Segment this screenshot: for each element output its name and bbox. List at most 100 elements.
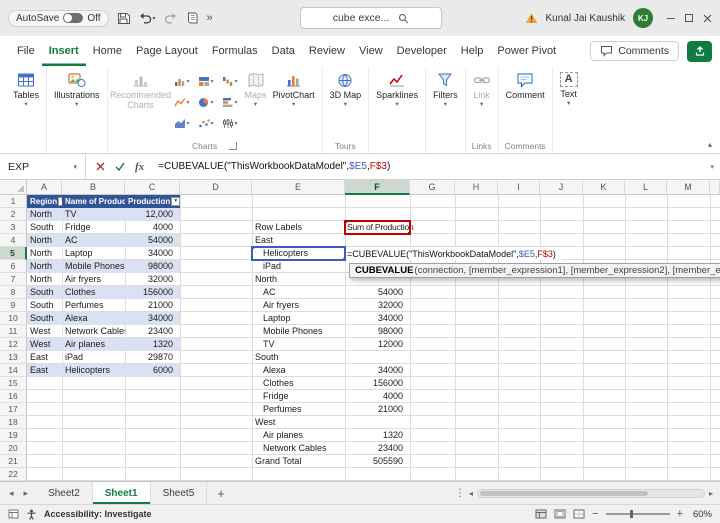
cell-E20[interactable]: Network Cables [252, 442, 345, 455]
scroll-left-icon[interactable]: ◂ [469, 489, 473, 498]
insert-waterfall-chart-button[interactable]: ▾ [218, 71, 242, 92]
page-layout-view-icon[interactable] [554, 509, 566, 519]
sheet-tab-sheet2[interactable]: Sheet2 [36, 482, 93, 504]
cell-E3[interactable]: Row Labels [252, 221, 345, 234]
ribbon-tab-file[interactable]: File [10, 36, 42, 66]
minimize-button[interactable] [667, 18, 675, 19]
dialog-launcher-icon[interactable] [229, 142, 237, 150]
autosave-toggle[interactable]: AutoSave Off [8, 10, 109, 27]
row-header-3[interactable]: 3 [0, 221, 27, 234]
formula-input[interactable]: =CUBEVALUE("ThisWorkbookDataModel",$E5,F… [154, 161, 390, 172]
macro-record-icon[interactable] [8, 509, 19, 519]
more-commands-icon[interactable]: » [207, 12, 213, 24]
insert-area-chart-button[interactable]: ▾ [170, 113, 194, 134]
cell-B10[interactable]: Alexa [62, 312, 125, 325]
cell-E13[interactable]: South [252, 351, 345, 364]
cell-C2[interactable]: 12,000 [125, 208, 180, 221]
comment-button[interactable]: Comment [503, 67, 548, 100]
cell-A14[interactable]: East [27, 364, 62, 377]
row-header-8[interactable]: 8 [0, 286, 27, 299]
row-header-16[interactable]: 16 [0, 390, 27, 403]
column-header-I[interactable]: I [498, 180, 540, 195]
row-header-20[interactable]: 20 [0, 442, 27, 455]
row-header-6[interactable]: 6 [0, 260, 27, 273]
notebook-icon[interactable] [186, 12, 199, 24]
cell-E9[interactable]: Air fryers [252, 299, 345, 312]
insert-stock-chart-button[interactable]: ▾ [218, 113, 242, 134]
column-header-M[interactable]: M [667, 180, 710, 195]
zoom-out-icon[interactable]: − [592, 508, 598, 520]
cell-C8[interactable]: 156000 [125, 286, 180, 299]
cell-E21[interactable]: Grand Total [252, 455, 345, 468]
row-header-4[interactable]: 4 [0, 234, 27, 247]
search-box[interactable]: cube exce... [300, 7, 442, 29]
cell-A5[interactable]: North [27, 247, 62, 260]
cell-C6[interactable]: 98000 [125, 260, 180, 273]
cell-B14[interactable]: Helicopters [62, 364, 125, 377]
cell-B4[interactable]: AC [62, 234, 125, 247]
row-header-19[interactable]: 19 [0, 429, 27, 442]
cell-C4[interactable]: 54000 [125, 234, 180, 247]
column-header-B[interactable]: B [62, 180, 125, 195]
column-header-A[interactable]: A [27, 180, 62, 195]
maps-button[interactable]: Maps ▾ [242, 67, 270, 109]
cell-F20[interactable]: 23400 [345, 442, 410, 455]
normal-view-icon[interactable] [535, 509, 547, 519]
sparklines-button[interactable]: Sparklines ▾ [373, 67, 421, 109]
ribbon-tab-data[interactable]: Data [265, 36, 302, 66]
scrollbar-thumb[interactable] [480, 491, 648, 496]
ribbon-tab-review[interactable]: Review [302, 36, 352, 66]
cell-F16[interactable]: 4000 [345, 390, 410, 403]
row-header-10[interactable]: 10 [0, 312, 27, 325]
cell-C5[interactable]: 34000 [125, 247, 180, 260]
row-header-17[interactable]: 17 [0, 403, 27, 416]
cell-B6[interactable]: Mobile Phones [62, 260, 125, 273]
ribbon-tab-insert[interactable]: Insert [42, 36, 86, 66]
cell-F14[interactable]: 34000 [345, 364, 410, 377]
insert-pie-chart-button[interactable]: ▾ [194, 92, 218, 113]
page-break-view-icon[interactable] [573, 509, 585, 519]
column-header-extra[interactable] [710, 180, 720, 195]
chevron-down-icon[interactable]: ▾ [73, 163, 77, 171]
cell-F17[interactable]: 21000 [345, 403, 410, 416]
undo-icon[interactable]: ▾ [138, 12, 156, 24]
cell-E10[interactable]: Laptop [252, 312, 345, 325]
sheet-tab-sheet1[interactable]: Sheet1 [93, 482, 151, 504]
close-button[interactable] [703, 14, 712, 23]
text-button[interactable]: A Text ▾ [557, 67, 581, 108]
cell-F15[interactable]: 156000 [345, 377, 410, 390]
cell-F10[interactable]: 34000 [345, 312, 410, 325]
cell-A10[interactable]: South [27, 312, 62, 325]
row-header-15[interactable]: 15 [0, 377, 27, 390]
cell-E14[interactable]: Alexa [252, 364, 345, 377]
row-header-5[interactable]: 5 [0, 247, 27, 260]
cell-C13[interactable]: 29870 [125, 351, 180, 364]
column-header-L[interactable]: L [625, 180, 667, 195]
filters-button[interactable]: Filters ▾ [430, 67, 461, 109]
accessibility-status[interactable]: Accessibility: Investigate [44, 509, 152, 519]
3d-map-button[interactable]: 3D Map ▾ [327, 67, 365, 109]
zoom-in-icon[interactable]: + [677, 508, 683, 520]
cell-B3[interactable]: Fridge [62, 221, 125, 234]
cell-B8[interactable]: Clothes [62, 286, 125, 299]
ribbon-tab-view[interactable]: View [352, 36, 390, 66]
link-button[interactable]: Link ▾ [470, 67, 494, 109]
name-box[interactable]: EXP ▾ [0, 154, 86, 179]
sheet-nav-left-icon[interactable]: ◂ [4, 488, 19, 499]
share-button[interactable] [687, 41, 712, 62]
enter-icon[interactable] [115, 162, 125, 171]
cell-E8[interactable]: AC [252, 286, 345, 299]
scroll-right-icon[interactable]: ▸ [709, 489, 713, 498]
save-icon[interactable] [117, 12, 130, 25]
cell-C12[interactable]: 1320 [125, 338, 180, 351]
cell-E12[interactable]: TV [252, 338, 345, 351]
insert-scatter-chart-button[interactable]: ▾ [194, 113, 218, 134]
cell-A4[interactable]: North [27, 234, 62, 247]
cell-F11[interactable]: 98000 [345, 325, 410, 338]
row-header-9[interactable]: 9 [0, 299, 27, 312]
row-header-13[interactable]: 13 [0, 351, 27, 364]
row-header-18[interactable]: 18 [0, 416, 27, 429]
recommended-charts-button[interactable]: Recommended Charts [112, 67, 170, 111]
cell-B5[interactable]: Laptop [62, 247, 125, 260]
zoom-slider-thumb[interactable] [630, 510, 633, 518]
